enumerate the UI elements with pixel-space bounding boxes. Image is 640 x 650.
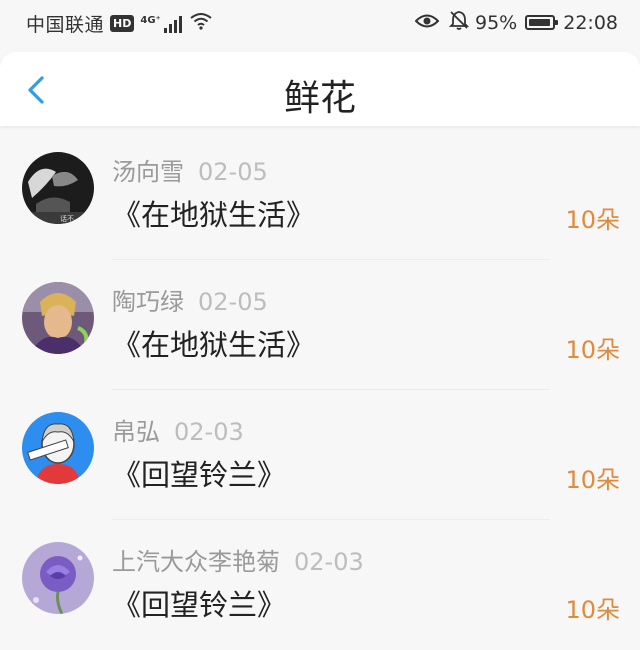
avatar[interactable] <box>22 542 94 614</box>
sender-name: 上汽大众李艳菊 <box>112 548 280 576</box>
sender-name: 汤向雪 <box>112 158 184 186</box>
book-title: 《回望铃兰》 <box>112 588 287 622</box>
status-bar: 中国联通 HD 4G⁺ 95% 22:08 <box>0 0 640 44</box>
hd-badge: HD <box>110 15 135 32</box>
signal-icon: 4G⁺ <box>140 14 182 33</box>
flower-count: 10朵 <box>565 206 620 234</box>
flower-count: 10朵 <box>565 596 620 624</box>
book-title: 《在地狱生活》 <box>112 328 316 362</box>
gift-date: 02-05 <box>198 288 268 316</box>
battery-icon <box>525 15 559 30</box>
avatar[interactable]: 话不 <box>22 152 94 224</box>
avatar[interactable] <box>22 282 94 354</box>
sender-line: 汤向雪 02-05 <box>112 152 268 187</box>
battery-percent: 95% <box>475 11 518 34</box>
list-item[interactable]: 陶巧绿 02-05 《在地狱生活》 10朵 <box>0 260 640 390</box>
bell-off-icon <box>448 10 470 35</box>
sender-name: 帛弘 <box>112 418 160 446</box>
gift-date: 02-05 <box>198 158 268 186</box>
flower-gift-list: 话不 汤向雪 02-05 《在地狱生活》 10朵 陶巧绿 02-05 《在地狱生活》… <box>0 130 640 650</box>
list-item[interactable]: 帛弘 02-03 《回望铃兰》 10朵 <box>0 390 640 520</box>
gift-date: 02-03 <box>174 418 244 446</box>
avatar[interactable] <box>22 412 94 484</box>
carrier-label: 中国联通 <box>26 14 105 36</box>
gift-date: 02-03 <box>294 548 364 576</box>
book-title: 《在地狱生活》 <box>112 198 316 232</box>
book-title: 《回望铃兰》 <box>112 458 287 492</box>
list-item[interactable]: 上汽大众李艳菊 02-03 《回望铃兰》 10朵 <box>0 520 640 650</box>
sender-name: 陶巧绿 <box>112 288 184 316</box>
page-title: 鲜花 <box>283 78 356 119</box>
nav-header: 鲜花 <box>0 52 640 126</box>
eye-icon <box>414 12 440 34</box>
wifi-icon <box>190 12 212 35</box>
sender-line: 上汽大众李艳菊 02-03 <box>112 542 364 577</box>
flower-count: 10朵 <box>565 466 620 494</box>
flower-count: 10朵 <box>565 336 620 364</box>
sender-line: 陶巧绿 02-05 <box>112 282 268 317</box>
list-item[interactable]: 话不 汤向雪 02-05 《在地狱生活》 10朵 <box>0 130 640 260</box>
sender-line: 帛弘 02-03 <box>112 412 244 447</box>
svg-text:话不: 话不 <box>60 214 74 223</box>
clock: 22:08 <box>563 11 618 34</box>
network-type-label: 4G⁺ <box>140 14 161 26</box>
